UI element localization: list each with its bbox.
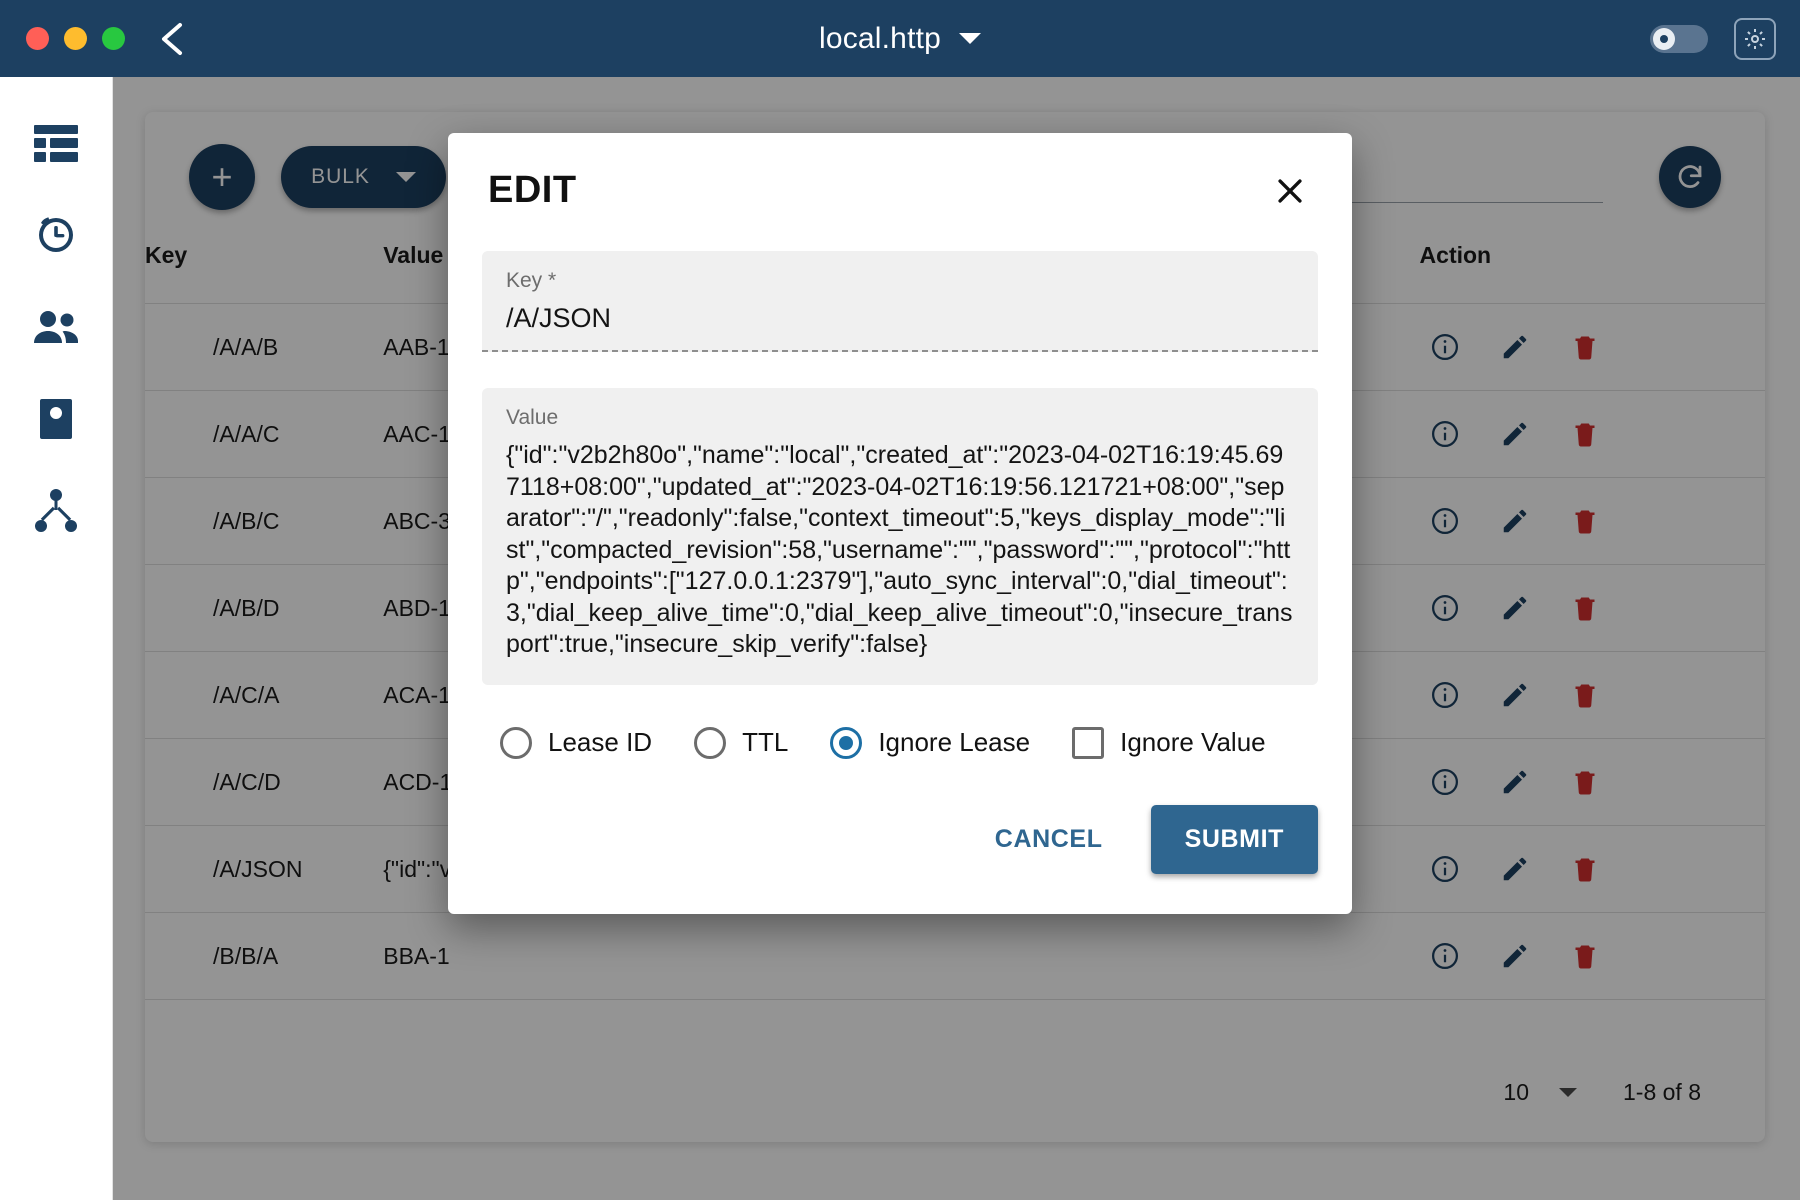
sidebar-item-leases[interactable] xyxy=(30,209,82,261)
key-field-label: Key * xyxy=(506,269,557,292)
key-input[interactable] xyxy=(506,303,1294,334)
checkbox-icon[interactable] xyxy=(1072,726,1105,759)
option-label: TTL xyxy=(742,727,789,757)
close-window-button[interactable] xyxy=(26,27,49,50)
sidebar xyxy=(0,77,113,1200)
edit-dialog: EDIT Key * Value {"id":"v2b2h80o","name"… xyxy=(448,133,1352,914)
sidebar-item-roles[interactable] xyxy=(30,393,82,445)
dialog-title: EDIT xyxy=(488,169,577,211)
close-icon[interactable] xyxy=(1268,169,1312,213)
window-title-group: local.http xyxy=(0,22,1800,56)
submit-button[interactable]: SUBMIT xyxy=(1150,804,1318,874)
radio-icon[interactable] xyxy=(694,726,727,759)
radio-icon[interactable] xyxy=(830,726,863,759)
value-input[interactable]: {"id":"v2b2h80o","name":"local","created… xyxy=(506,440,1294,661)
window-titlebar: local.http xyxy=(0,0,1800,77)
radio-icon[interactable] xyxy=(500,726,532,759)
cancel-button[interactable]: CANCEL xyxy=(969,807,1129,872)
gear-icon[interactable] xyxy=(1734,17,1776,60)
chevron-down-icon[interactable] xyxy=(959,33,982,44)
option-ttl[interactable]: TTL xyxy=(694,726,789,759)
traffic-lights xyxy=(26,27,125,50)
titlebar-actions xyxy=(1650,0,1776,77)
theme-toggle[interactable] xyxy=(1650,24,1708,53)
dialog-actions: CANCEL SUBMIT xyxy=(448,759,1352,914)
option-lease-id[interactable]: Lease ID xyxy=(500,726,653,759)
dialog-header: EDIT xyxy=(448,133,1352,213)
sidebar-item-keys[interactable] xyxy=(30,117,82,169)
sidebar-item-users[interactable] xyxy=(30,301,82,353)
sidebar-item-cluster[interactable] xyxy=(30,485,82,537)
app-root: local.http + BULK Search Key Value Actio… xyxy=(0,0,1800,1200)
option-label: Ignore Value xyxy=(1120,727,1266,757)
dialog-body: Key * Value {"id":"v2b2h80o","name":"loc… xyxy=(448,213,1352,759)
maximize-window-button[interactable] xyxy=(102,27,125,50)
value-field-label: Value xyxy=(506,406,559,429)
lease-options: Lease ID TTL Ignore Lease Ignore Value xyxy=(482,685,1318,759)
value-field[interactable]: Value {"id":"v2b2h80o","name":"local","c… xyxy=(482,388,1318,685)
back-button[interactable] xyxy=(155,17,189,61)
option-label: Lease ID xyxy=(548,727,653,757)
minimize-window-button[interactable] xyxy=(64,27,87,50)
window-title: local.http xyxy=(818,21,942,55)
option-ignore-value[interactable]: Ignore Value xyxy=(1072,726,1266,759)
key-field[interactable]: Key * xyxy=(482,251,1318,352)
theme-toggle-knob xyxy=(1653,27,1675,50)
option-ignore-lease[interactable]: Ignore Lease xyxy=(830,726,1031,759)
option-label: Ignore Lease xyxy=(878,727,1031,757)
